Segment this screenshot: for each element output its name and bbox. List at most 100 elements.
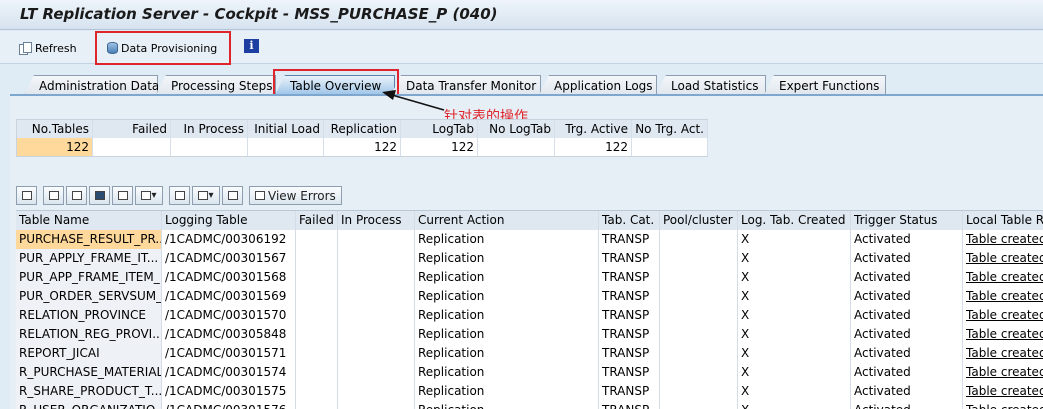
stats-value-cell[interactable]: 122 (401, 138, 478, 156)
grid-header-local-table[interactable]: Local Table Re (963, 211, 1043, 230)
cell-pool-cluster (660, 287, 738, 306)
stats-value-cell[interactable] (171, 138, 248, 156)
cell-in-process (338, 230, 415, 249)
cell-in-process (338, 249, 415, 268)
cell-table-name[interactable]: R_USER_ORGANIZATIO... (16, 401, 162, 409)
cell-table-name[interactable]: RELATION_REG_PROVI... (16, 325, 162, 344)
filter-button[interactable] (66, 186, 87, 205)
find-button[interactable] (89, 186, 110, 205)
cell-trigger-status: Activated (851, 268, 963, 287)
cell-current-action: Replication (415, 401, 599, 409)
table-row[interactable]: R_PURCHASE_MATERIAL/1CADMC/00301574 Repli… (16, 363, 1043, 382)
cell-current-action: Replication (415, 325, 599, 344)
cell-table-name[interactable]: R_SHARE_PRODUCT_T... (16, 382, 162, 401)
cell-logging-table: /1CADMC/00301574 (162, 363, 296, 382)
cell-table-name[interactable]: PUR_APP_FRAME_ITEM_... (16, 268, 162, 287)
cell-table-name[interactable]: REPORT_JICAI (16, 344, 162, 363)
stats-value-cell[interactable] (478, 138, 555, 156)
cell-table-name[interactable]: PURCHASE_RESULT_PR... (16, 230, 162, 249)
grid-header-trigger-status[interactable]: Trigger Status (851, 211, 963, 230)
table-row[interactable]: PURCHASE_RESULT_PR.../1CADMC/00306192 Rep… (16, 230, 1043, 249)
cell-failed (296, 287, 338, 306)
grid-header-pool-cluster[interactable]: Pool/cluster (660, 211, 738, 230)
table-row[interactable]: PUR_APPLY_FRAME_IT.../1CADMC/00301567 Rep… (16, 249, 1043, 268)
cell-table-name[interactable]: RELATION_PROVINCE (16, 306, 162, 325)
stats-value-cell[interactable]: 122 (324, 138, 401, 156)
cell-failed (296, 344, 338, 363)
cell-tab-cat: TRANSP (599, 401, 660, 409)
print-button[interactable] (43, 186, 64, 205)
cell-log-tab-created: X (738, 287, 851, 306)
view-errors-button[interactable]: View Errors (249, 186, 342, 205)
grid-header-log-tab-created[interactable]: Log. Tab. Created (738, 211, 851, 230)
layout-button[interactable] (222, 186, 243, 205)
cell-local-table[interactable]: Table created (963, 401, 1043, 409)
find-next-button[interactable] (112, 186, 133, 205)
cell-in-process (338, 363, 415, 382)
cell-local-table[interactable]: Table created (963, 344, 1043, 363)
cell-failed (296, 401, 338, 409)
refresh-button[interactable]: Refresh (18, 39, 77, 57)
cell-local-table[interactable]: Table created (963, 325, 1043, 344)
stats-value-cell[interactable]: 122 (555, 138, 632, 156)
cell-tab-cat: TRANSP (599, 382, 660, 401)
cell-failed (296, 325, 338, 344)
cell-local-table[interactable]: Table created (963, 306, 1043, 325)
cell-local-table[interactable]: Table created (963, 230, 1043, 249)
cell-current-action: Replication (415, 249, 599, 268)
table-row[interactable]: RELATION_REG_PROVI.../1CADMC/00305848 Rep… (16, 325, 1043, 344)
table-overview-grid: Table Name Logging Table Failed In Proce… (16, 210, 1043, 409)
cell-table-name[interactable]: PUR_APPLY_FRAME_IT... (16, 249, 162, 268)
tab-administration-data[interactable]: Administration Data (24, 75, 158, 95)
grid-header-failed[interactable]: Failed (296, 211, 338, 230)
grid-header-in-process[interactable]: In Process (338, 211, 415, 230)
stats-value-cell[interactable]: 122 (17, 138, 93, 156)
cell-in-process (338, 306, 415, 325)
print-icon (48, 191, 59, 200)
cell-in-process (338, 268, 415, 287)
annotation-arrow (382, 90, 445, 111)
cell-pool-cluster (660, 268, 738, 287)
table-row[interactable]: R_SHARE_PRODUCT_T.../1CADMC/00301575 Repl… (16, 382, 1043, 401)
cell-table-name[interactable]: R_PURCHASE_MATERIAL (16, 363, 162, 382)
grid-header-current-action[interactable]: Current Action (415, 211, 599, 230)
grid-header-tab-cat[interactable]: Tab. Cat. (599, 211, 660, 230)
tab-application-logs[interactable]: Application Logs (539, 75, 657, 95)
details-button[interactable] (16, 186, 37, 205)
cell-trigger-status: Activated (851, 401, 963, 409)
export-dropdown[interactable]: ▾ (192, 186, 220, 205)
stats-value-cell[interactable] (248, 138, 324, 156)
stats-value-cell[interactable] (93, 138, 171, 156)
set-filter-dropdown[interactable]: ▾ (135, 186, 163, 205)
info-icon[interactable]: i (244, 39, 259, 53)
statistics-value-row: 122 122 122 122 (17, 138, 708, 156)
table-row[interactable]: PUR_APP_FRAME_ITEM_.../1CADMC/00301568 Re… (16, 268, 1043, 287)
table-row[interactable]: REPORT_JICAI/1CADMC/00301571 Replication T… (16, 344, 1043, 363)
cell-logging-table: /1CADMC/00305848 (162, 325, 296, 344)
cell-in-process (338, 344, 415, 363)
table-row[interactable]: RELATION_PROVINCE/1CADMC/00301570 Replica… (16, 306, 1043, 325)
cell-table-name[interactable]: PUR_ORDER_SERVSUM_... (16, 287, 162, 306)
cell-tab-cat: TRANSP (599, 268, 660, 287)
stats-header-cell: No Trg. Act. (632, 120, 708, 138)
table-row[interactable]: PUR_ORDER_SERVSUM_.../1CADMC/00301569 Rep… (16, 287, 1043, 306)
grid-header-table-name[interactable]: Table Name (16, 211, 162, 230)
table-row[interactable]: R_USER_ORGANIZATIO.../1CADMC/00301576 Rep… (16, 401, 1043, 409)
cell-log-tab-created: X (738, 249, 851, 268)
cell-local-table[interactable]: Table created (963, 249, 1043, 268)
cell-current-action: Replication (415, 287, 599, 306)
export-icon (198, 191, 209, 200)
stats-header-cell: Failed (93, 120, 171, 138)
cell-trigger-status: Activated (851, 363, 963, 382)
stats-value-cell[interactable] (632, 138, 708, 156)
tab-processing-steps[interactable]: Processing Steps (156, 75, 276, 95)
cell-tab-cat: TRANSP (599, 344, 660, 363)
tab-expert-functions[interactable]: Expert Functions (764, 75, 886, 95)
cell-local-table[interactable]: Table created (963, 287, 1043, 306)
tab-load-statistics[interactable]: Load Statistics (656, 75, 766, 95)
grid-header-logging-table[interactable]: Logging Table (162, 211, 296, 230)
cell-local-table[interactable]: Table created (963, 382, 1043, 401)
cell-local-table[interactable]: Table created (963, 363, 1043, 382)
cell-local-table[interactable]: Table created (963, 268, 1043, 287)
print-preview-button[interactable] (169, 186, 190, 205)
